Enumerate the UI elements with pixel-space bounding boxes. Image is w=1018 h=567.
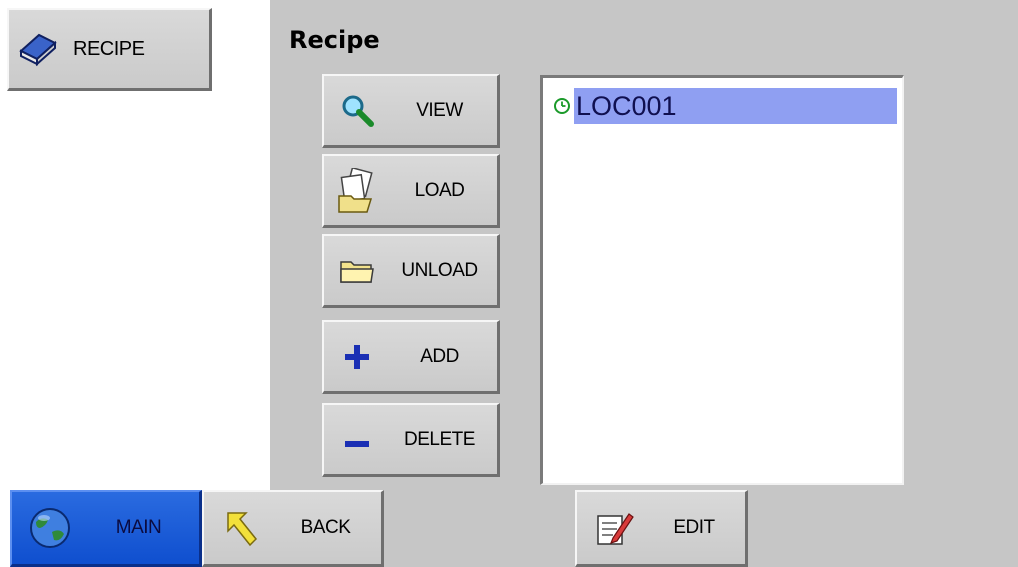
load-files-icon (332, 167, 382, 214)
main-button-label: MAIN (115, 517, 162, 538)
load-button[interactable]: LOAD (322, 154, 500, 228)
recipe-button-label: RECIPE (73, 37, 145, 60)
delete-button-label: DELETE (404, 428, 475, 450)
unload-button-label: UNLOAD (401, 259, 478, 281)
load-button-label: LOAD (414, 179, 465, 201)
edit-button[interactable]: EDIT (575, 490, 748, 567)
recipe-name: LOC001 (574, 88, 897, 124)
globe-icon (22, 506, 78, 550)
minus-icon (332, 425, 382, 455)
edit-pencil-icon (587, 510, 643, 546)
plus-icon (332, 342, 382, 372)
view-button-label: VIEW (416, 99, 463, 121)
add-button-label: ADD (420, 345, 459, 367)
recipe-panel: Recipe VIEW LOAD UNLOAD ADD DELETE LOC00… (270, 0, 1018, 567)
edit-button-label: EDIT (673, 517, 715, 538)
list-item[interactable]: LOC001 (553, 88, 897, 124)
back-button-label: BACK (300, 517, 351, 538)
book-icon (15, 31, 59, 67)
delete-button[interactable]: DELETE (322, 403, 500, 477)
clock-icon (553, 97, 571, 115)
folder-icon (332, 258, 382, 284)
view-button[interactable]: VIEW (322, 74, 500, 148)
add-button[interactable]: ADD (322, 320, 500, 394)
main-button[interactable]: MAIN (10, 490, 202, 567)
back-arrow-icon (214, 509, 270, 547)
unload-button[interactable]: UNLOAD (322, 234, 500, 308)
back-button[interactable]: BACK (202, 490, 384, 567)
recipe-button[interactable]: RECIPE (7, 8, 212, 91)
magnifier-icon (332, 93, 382, 129)
page-title: Recipe (289, 26, 380, 54)
recipe-list[interactable]: LOC001 (540, 75, 904, 485)
